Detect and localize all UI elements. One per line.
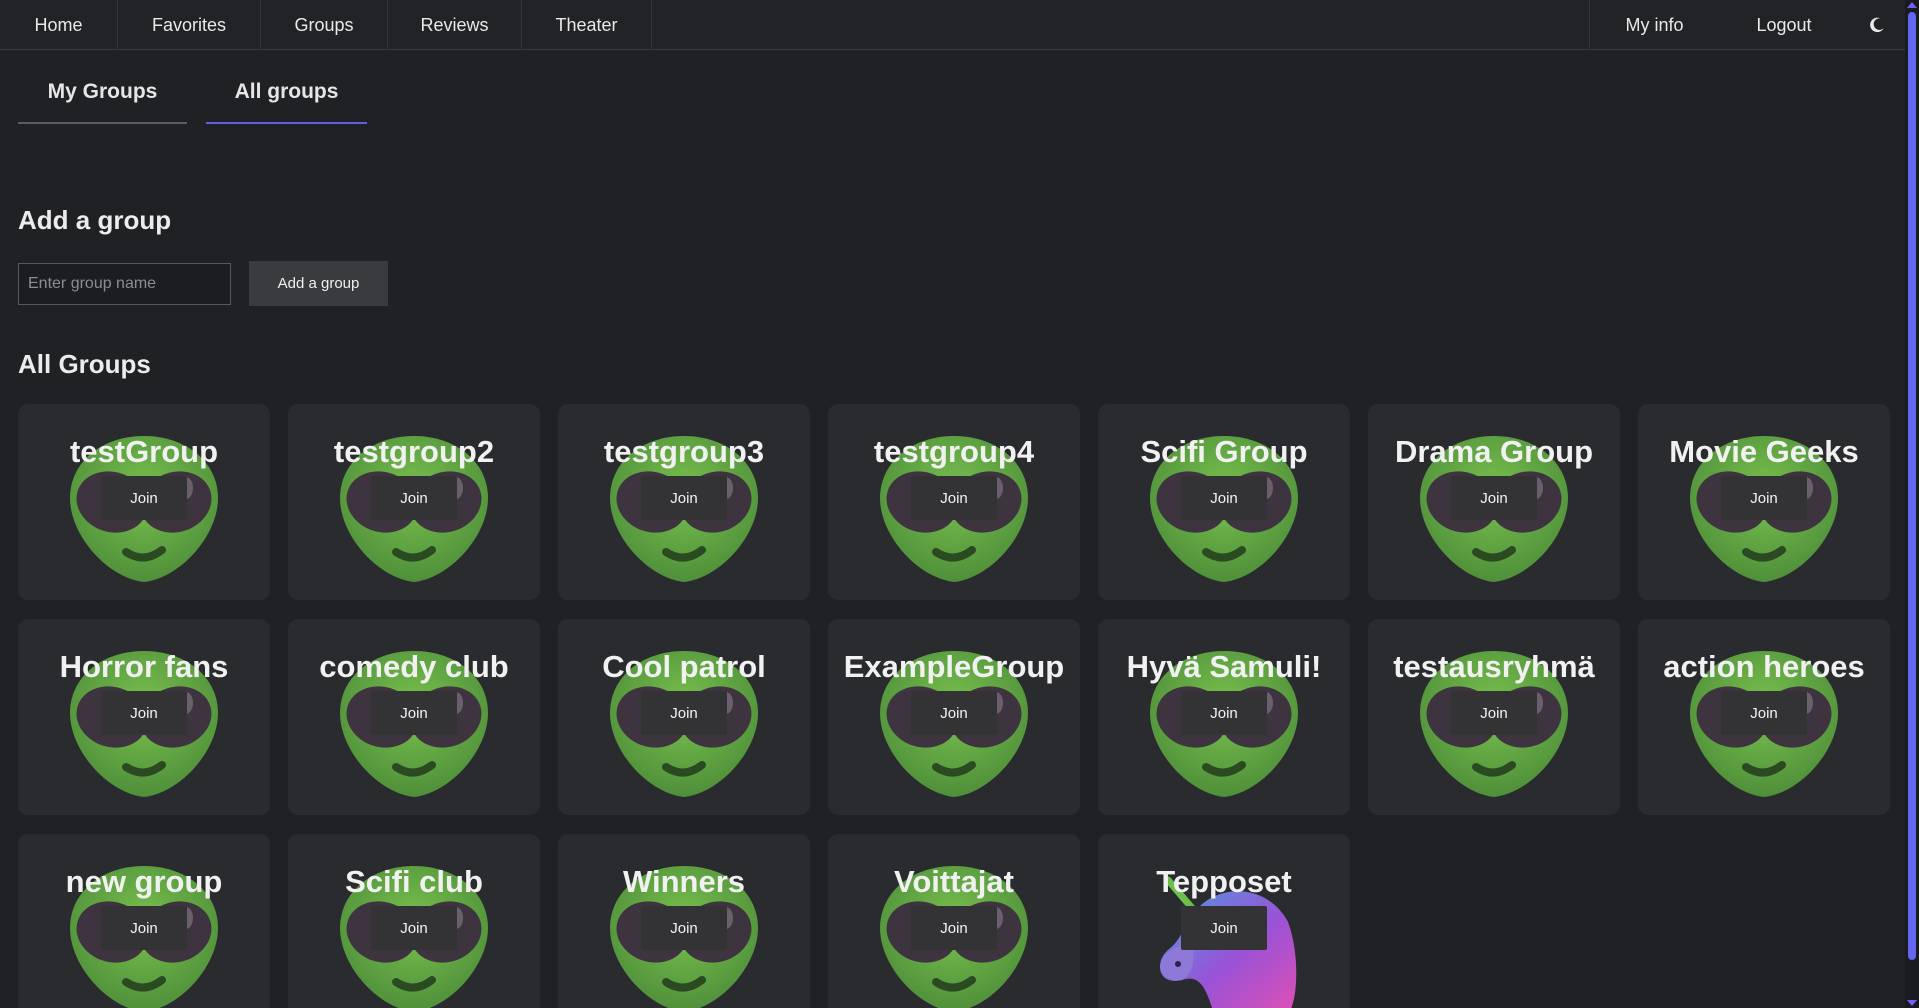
nav-right: My info Logout: [1589, 0, 1905, 50]
group-card[interactable]: Scifi club Join: [288, 834, 540, 1008]
nav-reviews[interactable]: Reviews: [388, 0, 522, 50]
group-name: testgroup3: [603, 434, 765, 469]
group-card[interactable]: Drama Group Join: [1368, 404, 1620, 600]
groups-page: Home Favorites Groups Reviews Theater My…: [0, 0, 1919, 1008]
moon-icon[interactable]: [1849, 0, 1905, 50]
group-name: Cool patrol: [602, 649, 766, 684]
group-card[interactable]: testgroup3 Join: [558, 404, 810, 600]
group-name: Scifi club: [345, 864, 483, 899]
group-name: Hyvä Samuli!: [1126, 649, 1322, 684]
group-name: testGroup: [69, 434, 219, 469]
group-card[interactable]: testgroup2 Join: [288, 404, 540, 600]
group-card[interactable]: Tepposet Join: [1098, 834, 1350, 1008]
join-button[interactable]: Join: [101, 691, 187, 735]
group-tabs: My Groups All groups: [18, 62, 367, 124]
tab-all-groups[interactable]: All groups: [206, 62, 367, 124]
join-button[interactable]: Join: [1181, 476, 1267, 520]
group-name: Drama Group: [1394, 434, 1594, 469]
group-card[interactable]: Cool patrol Join: [558, 619, 810, 815]
all-groups-heading: All Groups: [18, 349, 151, 379]
join-button[interactable]: Join: [641, 906, 727, 950]
group-card[interactable]: Scifi Group Join: [1098, 404, 1350, 600]
group-name: Movie Geeks: [1669, 434, 1859, 469]
join-button[interactable]: Join: [371, 476, 457, 520]
group-card[interactable]: ExampleGroup Join: [828, 619, 1080, 815]
group-name: Voittajat: [894, 864, 1014, 899]
tab-my-groups[interactable]: My Groups: [18, 62, 187, 124]
group-card[interactable]: action heroes Join: [1638, 619, 1890, 815]
group-card[interactable]: new group Join: [18, 834, 270, 1008]
group-name: testgroup4: [873, 434, 1035, 469]
join-button[interactable]: Join: [1721, 476, 1807, 520]
scroll-up-arrow-icon[interactable]: [1907, 2, 1917, 8]
group-card[interactable]: testgroup4 Join: [828, 404, 1080, 600]
group-name: ExampleGroup: [843, 649, 1065, 684]
join-button[interactable]: Join: [911, 906, 997, 950]
nav-logout[interactable]: Logout: [1719, 0, 1849, 50]
join-button[interactable]: Join: [641, 476, 727, 520]
join-button[interactable]: Join: [371, 906, 457, 950]
scrollbar[interactable]: [1905, 0, 1919, 1008]
group-name: action heroes: [1663, 649, 1865, 684]
scroll-thumb[interactable]: [1908, 12, 1916, 960]
group-name: new group: [65, 864, 223, 899]
add-group-button[interactable]: Add a group: [249, 261, 388, 306]
group-name: Tepposet: [1156, 864, 1292, 899]
join-button[interactable]: Join: [1721, 691, 1807, 735]
group-card[interactable]: testGroup Join: [18, 404, 270, 600]
scroll-down-arrow-icon[interactable]: [1907, 1000, 1917, 1006]
nav-theater[interactable]: Theater: [522, 0, 652, 50]
nav-groups[interactable]: Groups: [261, 0, 388, 50]
group-card[interactable]: Winners Join: [558, 834, 810, 1008]
join-button[interactable]: Join: [1181, 906, 1267, 950]
group-card[interactable]: Hyvä Samuli! Join: [1098, 619, 1350, 815]
join-button[interactable]: Join: [641, 691, 727, 735]
nav-my-info[interactable]: My info: [1589, 0, 1719, 50]
group-card[interactable]: Movie Geeks Join: [1638, 404, 1890, 600]
join-button[interactable]: Join: [371, 691, 457, 735]
top-nav: Home Favorites Groups Reviews Theater My…: [0, 0, 1905, 50]
group-card[interactable]: Voittajat Join: [828, 834, 1080, 1008]
group-name-input[interactable]: [18, 263, 231, 305]
group-name: testgroup2: [333, 434, 495, 469]
group-card[interactable]: comedy club Join: [288, 619, 540, 815]
group-name: Winners: [622, 864, 746, 899]
join-button[interactable]: Join: [1451, 476, 1537, 520]
join-button[interactable]: Join: [101, 906, 187, 950]
group-name: Horror fans: [59, 649, 229, 684]
join-button[interactable]: Join: [911, 476, 997, 520]
group-name: comedy club: [319, 649, 509, 684]
join-button[interactable]: Join: [1451, 691, 1537, 735]
group-card[interactable]: Horror fans Join: [18, 619, 270, 815]
join-button[interactable]: Join: [911, 691, 997, 735]
join-button[interactable]: Join: [1181, 691, 1267, 735]
join-button[interactable]: Join: [101, 476, 187, 520]
nav-left: Home Favorites Groups Reviews Theater: [0, 0, 652, 50]
group-card[interactable]: testausryhmä Join: [1368, 619, 1620, 815]
add-group-heading: Add a group: [18, 205, 172, 235]
group-name: Scifi Group: [1140, 434, 1308, 469]
nav-favorites[interactable]: Favorites: [118, 0, 261, 50]
group-name: testausryhmä: [1393, 649, 1595, 684]
nav-home[interactable]: Home: [0, 0, 118, 50]
